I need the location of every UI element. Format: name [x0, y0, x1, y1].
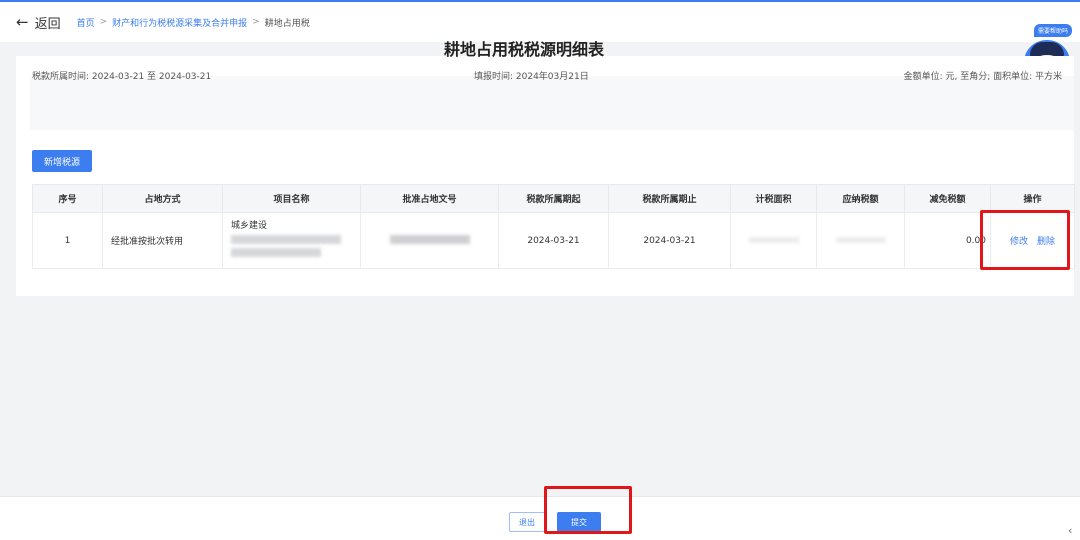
redacted-block	[389, 234, 470, 244]
header-period-start: 税款所属期起	[498, 184, 609, 213]
add-tax-source-button[interactable]: 新增税源	[32, 150, 92, 172]
fill-date-label: 填报时间: 2024年03月21日	[474, 72, 589, 82]
cell-tax-payable	[816, 212, 905, 269]
redacted-block	[748, 236, 799, 243]
delete-link[interactable]: 删除	[1037, 237, 1055, 247]
submit-button[interactable]: 提交	[557, 512, 601, 532]
cell-approval-number	[360, 212, 499, 269]
header-operation: 操作	[990, 184, 1075, 213]
header-occupy-type: 占地方式	[102, 184, 223, 213]
header-approval-number: 批准占地文号	[360, 184, 499, 213]
redacted-block	[231, 248, 321, 257]
table-header-row: 序号 占地方式 项目名称 批准占地文号 税款所属期起 税款所属期止 计税面积 应…	[32, 184, 1075, 213]
header-exempt-amount: 减免税额	[904, 184, 991, 213]
tax-source-table: 序号 占地方式 项目名称 批准占地文号 税款所属期起 税款所属期止 计税面积 应…	[32, 184, 1075, 269]
project-name-text: 城乡建设	[231, 221, 268, 231]
title-band	[30, 76, 1074, 130]
header-project-name: 项目名称	[222, 184, 361, 213]
collapse-chevron-icon[interactable]: ‹	[1068, 524, 1072, 537]
tax-period-label: 税款所属时间: 2024-03-21 至 2024-03-21	[32, 72, 212, 82]
cell-period-start: 2024-03-21	[498, 212, 609, 269]
back-label: 返回	[34, 16, 61, 32]
redacted-block	[231, 235, 341, 244]
exit-button[interactable]: 退出	[509, 512, 545, 532]
back-arrow-icon: ←	[16, 12, 29, 31]
edit-link[interactable]: 修改	[1010, 237, 1028, 247]
breadcrumb-parent[interactable]: 财产和行为税税源采集及合并申报	[112, 16, 247, 29]
table-row: 1 经批准按批次转用 城乡建设 2024-03-21 2024-03-21 0.…	[32, 212, 1075, 269]
breadcrumb-separator: >	[99, 17, 108, 27]
header-taxable-area: 计税面积	[730, 184, 817, 213]
cell-project-name: 城乡建设	[222, 212, 361, 269]
cell-operation: 修改 删除	[990, 212, 1075, 269]
form-title: 耕地占用税税源明细表	[443, 40, 604, 59]
breadcrumb-current: 耕地占用税	[264, 18, 310, 29]
redacted-block	[835, 236, 886, 243]
cell-occupy-type: 经批准按批次转用	[102, 212, 223, 269]
breadcrumb: 首页 > 财产和行为税税源采集及合并申报 > 耕地占用税	[77, 16, 310, 29]
back-button[interactable]: ← 返回	[16, 13, 61, 32]
cell-index: 1	[32, 212, 103, 269]
cell-taxable-area	[730, 212, 817, 269]
header-period-end: 税款所属期止	[608, 184, 731, 213]
breadcrumb-home[interactable]: 首页	[77, 16, 95, 29]
header-tax-payable: 应纳税额	[816, 184, 905, 213]
header-index: 序号	[32, 184, 103, 213]
cell-exempt-amount: 0.00	[904, 212, 991, 269]
unit-label: 金额单位: 元, 至角分; 面积单位: 平方米	[903, 72, 1062, 82]
cell-period-end: 2024-03-21	[608, 212, 731, 269]
breadcrumb-separator: >	[252, 17, 260, 27]
